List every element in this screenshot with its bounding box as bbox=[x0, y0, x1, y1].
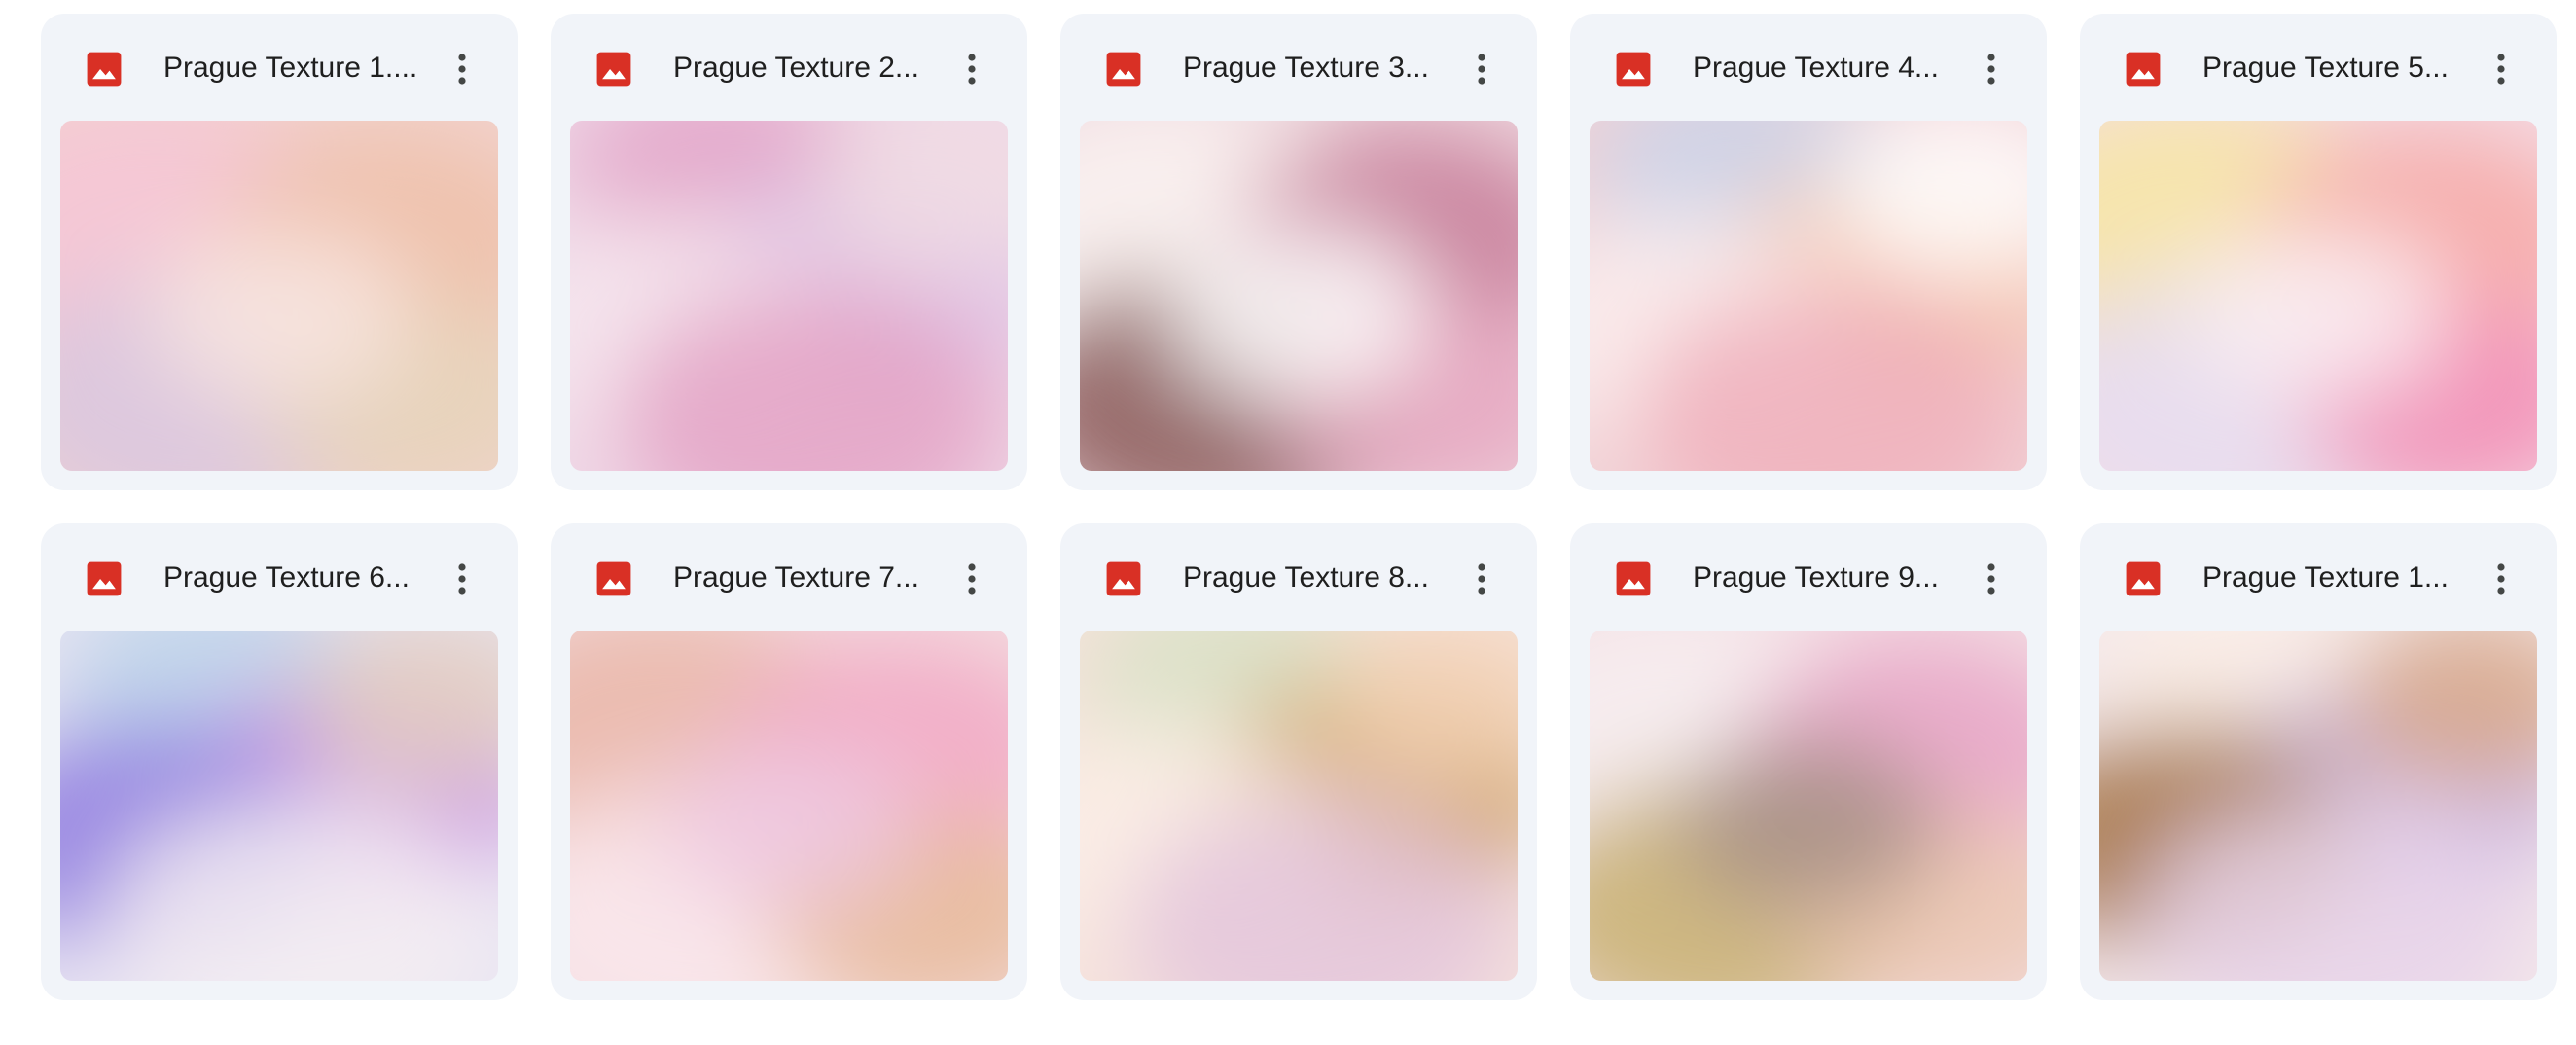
more-vert-icon bbox=[1478, 563, 1485, 595]
file-name: Prague Texture 8... bbox=[1183, 561, 1429, 594]
file-thumbnail[interactable] bbox=[2099, 631, 2537, 981]
file-name: Prague Texture 6... bbox=[163, 561, 410, 594]
file-card[interactable]: Prague Texture 3... bbox=[1060, 14, 1537, 490]
more-vert-icon bbox=[2497, 563, 2505, 595]
file-card-header: Prague Texture 3... bbox=[1060, 14, 1537, 119]
texture-image bbox=[570, 631, 1008, 981]
texture-image bbox=[60, 121, 498, 471]
file-name: Prague Texture 3... bbox=[1183, 52, 1429, 84]
image-file-icon bbox=[87, 52, 122, 87]
file-card-header: Prague Texture 9... bbox=[1570, 523, 2047, 629]
more-vert-icon bbox=[968, 563, 976, 595]
texture-image bbox=[570, 121, 1008, 471]
more-options-button[interactable] bbox=[2477, 45, 2525, 93]
image-file-icon bbox=[596, 52, 631, 87]
more-options-button[interactable] bbox=[438, 555, 486, 603]
more-options-button[interactable] bbox=[2477, 555, 2525, 603]
file-card[interactable]: Prague Texture 7... bbox=[551, 523, 1027, 1000]
image-file-icon bbox=[1616, 52, 1651, 87]
file-card[interactable]: Prague Texture 1... bbox=[2080, 523, 2557, 1000]
texture-image bbox=[2099, 121, 2537, 471]
file-thumbnail[interactable] bbox=[60, 121, 498, 471]
file-grid: Prague Texture 1.... Prague Texture 2... P… bbox=[41, 14, 2557, 1000]
image-file-icon bbox=[1106, 52, 1141, 87]
file-card-header: Prague Texture 2... bbox=[551, 14, 1027, 119]
file-card[interactable]: Prague Texture 2... bbox=[551, 14, 1027, 490]
file-thumbnail[interactable] bbox=[60, 631, 498, 981]
image-file-icon bbox=[596, 561, 631, 596]
file-card-header: Prague Texture 8... bbox=[1060, 523, 1537, 629]
file-card[interactable]: Prague Texture 5... bbox=[2080, 14, 2557, 490]
file-card-header: Prague Texture 5... bbox=[2080, 14, 2557, 119]
image-file-icon bbox=[2126, 561, 2161, 596]
file-name: Prague Texture 9... bbox=[1693, 561, 1939, 594]
more-vert-icon bbox=[458, 54, 466, 85]
more-options-button[interactable] bbox=[948, 555, 996, 603]
file-name: Prague Texture 7... bbox=[673, 561, 919, 594]
texture-image bbox=[1590, 121, 2027, 471]
file-card[interactable]: Prague Texture 1.... bbox=[41, 14, 518, 490]
more-options-button[interactable] bbox=[1457, 45, 1506, 93]
file-name: Prague Texture 1... bbox=[2202, 561, 2449, 594]
file-thumbnail[interactable] bbox=[1080, 631, 1518, 981]
more-vert-icon bbox=[1987, 54, 1995, 85]
file-card-header: Prague Texture 1.... bbox=[41, 14, 518, 119]
more-options-button[interactable] bbox=[1967, 45, 2016, 93]
file-thumbnail[interactable] bbox=[570, 631, 1008, 981]
file-thumbnail[interactable] bbox=[1590, 121, 2027, 471]
file-thumbnail[interactable] bbox=[2099, 121, 2537, 471]
file-thumbnail[interactable] bbox=[570, 121, 1008, 471]
more-vert-icon bbox=[458, 563, 466, 595]
file-card-header: Prague Texture 1... bbox=[2080, 523, 2557, 629]
file-card-header: Prague Texture 7... bbox=[551, 523, 1027, 629]
texture-image bbox=[60, 631, 498, 981]
more-vert-icon bbox=[1987, 563, 1995, 595]
file-card[interactable]: Prague Texture 9... bbox=[1570, 523, 2047, 1000]
texture-image bbox=[1080, 631, 1518, 981]
more-vert-icon bbox=[2497, 54, 2505, 85]
texture-image bbox=[1080, 121, 1518, 471]
file-name: Prague Texture 2... bbox=[673, 52, 919, 84]
image-file-icon bbox=[1106, 561, 1141, 596]
file-name: Prague Texture 5... bbox=[2202, 52, 2449, 84]
more-options-button[interactable] bbox=[948, 45, 996, 93]
file-name: Prague Texture 4... bbox=[1693, 52, 1939, 84]
image-file-icon bbox=[87, 561, 122, 596]
more-options-button[interactable] bbox=[438, 45, 486, 93]
file-name: Prague Texture 1.... bbox=[163, 52, 418, 84]
more-vert-icon bbox=[1478, 54, 1485, 85]
file-thumbnail[interactable] bbox=[1080, 121, 1518, 471]
more-vert-icon bbox=[968, 54, 976, 85]
file-card-header: Prague Texture 4... bbox=[1570, 14, 2047, 119]
file-card[interactable]: Prague Texture 4... bbox=[1570, 14, 2047, 490]
image-file-icon bbox=[1616, 561, 1651, 596]
more-options-button[interactable] bbox=[1967, 555, 2016, 603]
texture-image bbox=[1590, 631, 2027, 981]
more-options-button[interactable] bbox=[1457, 555, 1506, 603]
file-thumbnail[interactable] bbox=[1590, 631, 2027, 981]
file-card-header: Prague Texture 6... bbox=[41, 523, 518, 629]
image-file-icon bbox=[2126, 52, 2161, 87]
file-card[interactable]: Prague Texture 8... bbox=[1060, 523, 1537, 1000]
file-card[interactable]: Prague Texture 6... bbox=[41, 523, 518, 1000]
texture-image bbox=[2099, 631, 2537, 981]
